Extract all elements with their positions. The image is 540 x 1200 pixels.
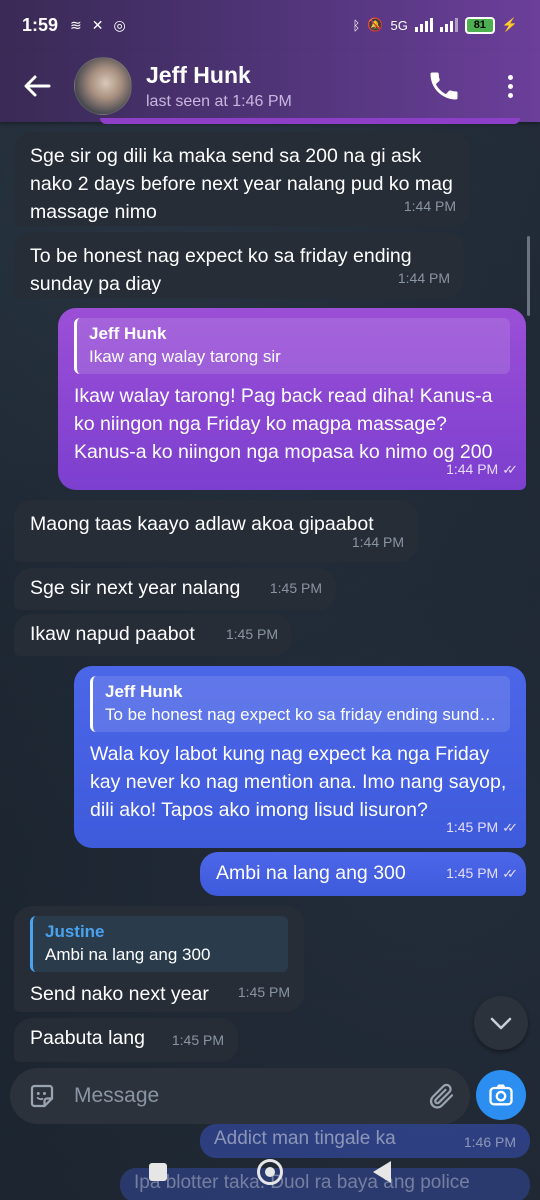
home-button[interactable] <box>257 1159 283 1185</box>
double-check-icon: ✓✓ <box>502 866 518 881</box>
message-time: 1:45 PM <box>446 865 499 881</box>
back-button[interactable] <box>0 50 74 122</box>
call-button[interactable] <box>426 68 462 104</box>
chevron-down-icon <box>490 1017 512 1030</box>
message-text: Ikaw napud paabot <box>30 623 195 645</box>
quote-text: Ikaw ang walay tarong sir <box>89 347 281 366</box>
sticker-icon <box>30 1084 54 1108</box>
message-text: Send nako next year <box>30 983 209 1005</box>
quote-author: Jeff Hunk <box>89 324 167 343</box>
message-time: 1:44 PM <box>446 461 499 477</box>
double-check-icon: ✓✓ <box>502 462 518 477</box>
previous-message-edge <box>100 118 520 124</box>
message-time: 1:45 PM <box>269 580 322 596</box>
message-incoming[interactable]: To be honest nag expect ko sa friday end… <box>14 232 464 298</box>
chat-header: Jeff Hunk last seen at 1:46 PM <box>0 50 540 122</box>
x-app-icon: ✕ <box>91 16 104 33</box>
charging-icon: ⚡ <box>501 17 518 32</box>
dot-icon <box>507 74 513 80</box>
message-input[interactable] <box>74 1084 414 1108</box>
message-time: 1:44 PM <box>403 198 456 214</box>
message-incoming[interactable]: Sge sir og dili ka maka send sa 200 na g… <box>14 132 470 226</box>
reply-quote[interactable]: Jeff Hunk To be honest nag expect ko sa … <box>90 676 510 732</box>
message-text: Ikaw walay tarong! Pag back read diha! K… <box>74 385 493 463</box>
message-incoming[interactable]: Paabuta lang 1:45 PM <box>14 1018 238 1062</box>
quote-author: Jeff Hunk <box>105 682 183 701</box>
signal-icon-2 <box>439 18 458 32</box>
attach-button[interactable] <box>414 1081 470 1111</box>
message-time: 1:45 PM <box>171 1032 224 1048</box>
home-icon <box>265 1167 275 1177</box>
scroll-to-bottom-button[interactable] <box>474 996 528 1050</box>
system-nav-bar <box>0 1144 540 1200</box>
signal-icon <box>414 18 433 32</box>
message-text: Wala koy labot kung nag expect ka nga Fr… <box>90 743 507 821</box>
reply-quote[interactable]: Justine Ambi na lang ang 300 <box>30 916 288 972</box>
message-time: 1:45 PM <box>446 819 499 835</box>
message-outgoing[interactable]: Jeff Hunk Ikaw ang walay tarong sir Ikaw… <box>58 308 526 490</box>
last-seen-status: last seen at 1:46 PM <box>146 92 292 110</box>
message-incoming[interactable]: Ikaw napud paabot 1:45 PM <box>14 614 292 656</box>
scrollbar[interactable] <box>527 236 530 316</box>
dot-icon <box>507 92 513 98</box>
stack-icon: ≋ <box>70 16 82 33</box>
message-text: Ambi na lang ang 300 <box>216 862 406 884</box>
message-time: 1:44 PM <box>351 534 404 550</box>
quote-author: Justine <box>45 922 105 941</box>
paperclip-icon <box>429 1083 454 1109</box>
network-label: 5G <box>390 17 408 33</box>
message-text: Sge sir og dili ka maka send sa 200 na g… <box>30 145 453 223</box>
message-text: Paabuta lang <box>30 1027 145 1049</box>
arrow-left-icon <box>24 75 51 97</box>
mute-bell-icon: 🔕 <box>367 17 384 32</box>
emoji-button[interactable] <box>10 1081 74 1111</box>
status-bar: 1:59 ≋ ✕ ◎ ᛒ 🔕 5G 81 ⚡ <box>0 0 540 50</box>
message-time: 1:44 PM <box>397 270 450 286</box>
message-incoming[interactable]: Maong taas kaayo adlaw akoa gipaabot 1:4… <box>14 500 418 562</box>
camera-icon <box>489 1084 513 1106</box>
contact-name: Jeff Hunk <box>146 61 251 88</box>
double-check-icon: ✓✓ <box>502 820 518 835</box>
status-time: 1:59 <box>22 14 59 35</box>
chat-title[interactable]: Jeff Hunk last seen at 1:46 PM <box>146 62 292 111</box>
bluetooth-icon: ᛒ <box>352 17 361 33</box>
chat-screen: 1:59 ≋ ✕ ◎ ᛒ 🔕 5G 81 ⚡ Jeff Hunk last se… <box>0 0 540 1200</box>
recent-apps-button[interactable] <box>149 1163 167 1181</box>
message-time: 1:45 PM <box>237 984 290 1000</box>
phone-icon <box>430 72 458 100</box>
battery-icon: 81 <box>464 16 495 34</box>
message-composer <box>10 1068 470 1124</box>
message-text: To be honest nag expect ko sa friday end… <box>30 245 412 295</box>
instagram-icon: ◎ <box>113 16 126 33</box>
message-time: 1:45 PM <box>225 626 278 642</box>
quote-text: Ambi na lang ang 300 <box>45 945 211 964</box>
avatar[interactable] <box>74 57 132 115</box>
message-text: Maong taas kaayo adlaw akoa gipaabot <box>30 513 374 535</box>
message-incoming[interactable]: Sge sir next year nalang 1:45 PM <box>14 568 336 610</box>
message-outgoing[interactable]: Ambi na lang ang 300 1:45 PM ✓✓ <box>200 852 526 896</box>
reply-quote[interactable]: Jeff Hunk Ikaw ang walay tarong sir <box>74 318 510 374</box>
quote-text: To be honest nag expect ko sa friday end… <box>105 705 500 724</box>
dot-icon <box>507 83 513 89</box>
system-back-button[interactable] <box>373 1161 391 1183</box>
message-outgoing[interactable]: Jeff Hunk To be honest nag expect ko sa … <box>74 666 526 848</box>
message-text: Sge sir next year nalang <box>30 577 241 599</box>
camera-button[interactable] <box>476 1070 526 1120</box>
more-options-button[interactable] <box>498 68 522 104</box>
message-incoming[interactable]: Justine Ambi na lang ang 300 Send nako n… <box>14 906 304 1012</box>
